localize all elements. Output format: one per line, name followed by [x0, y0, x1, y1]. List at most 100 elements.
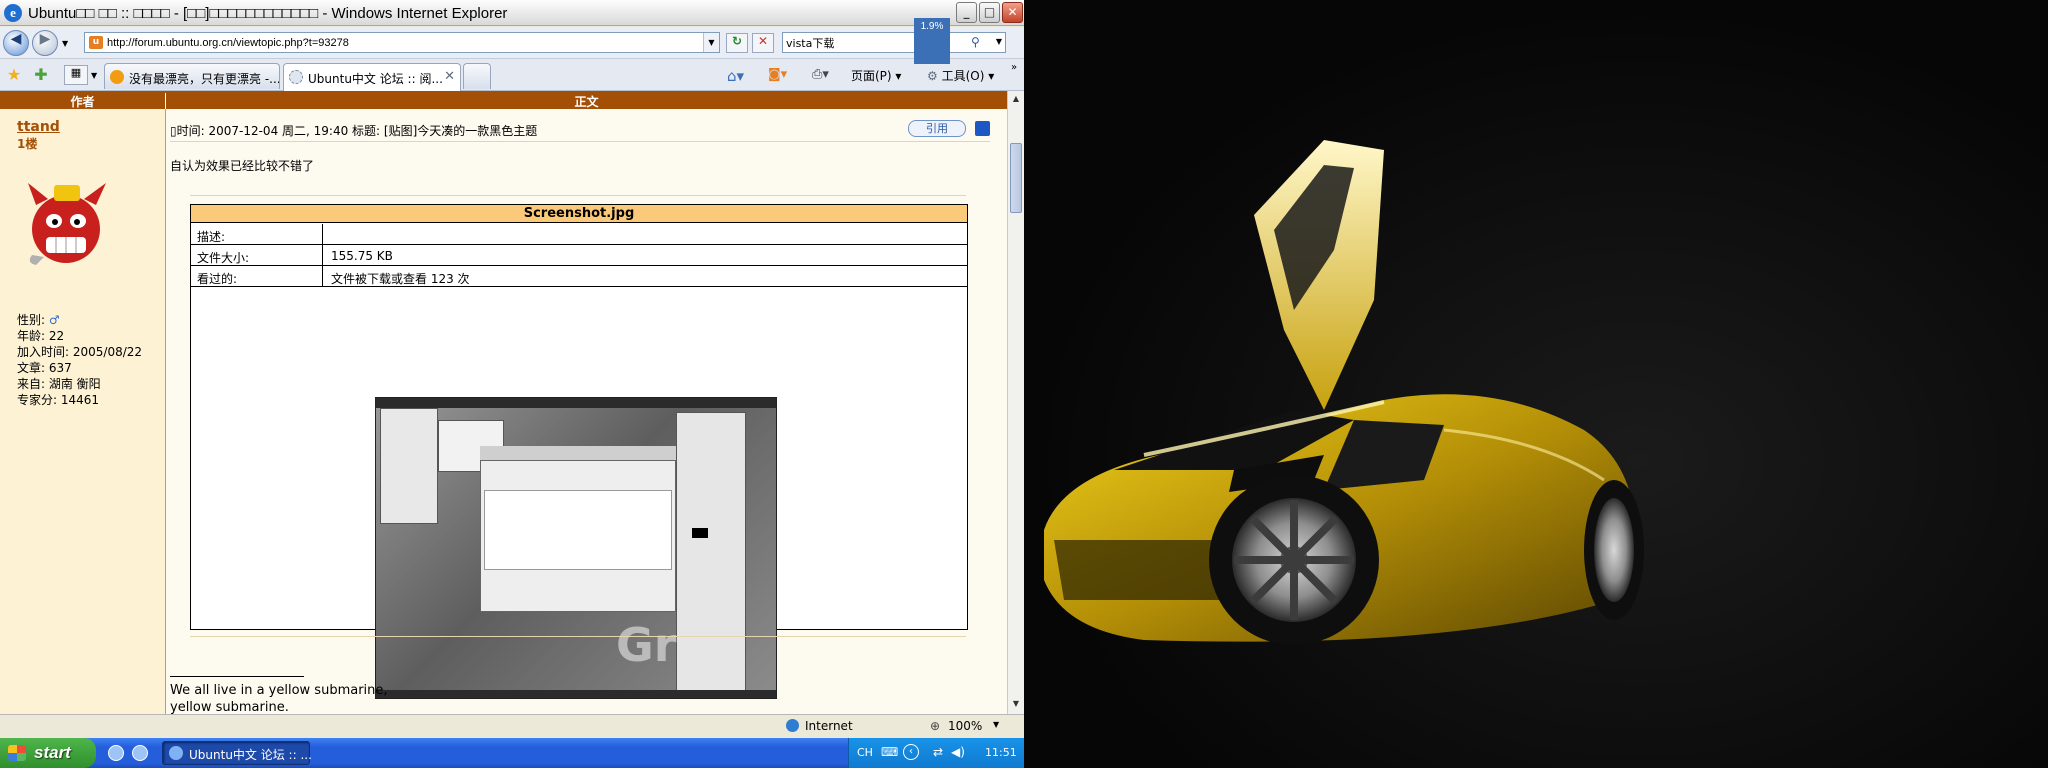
address-input[interactable] [107, 34, 697, 51]
feeds-icon[interactable]: ◙▾ [768, 67, 787, 85]
taskbar-item-ie[interactable]: Ubuntu中文 论坛 :: ... [162, 741, 312, 765]
page-icon [110, 70, 124, 84]
volume-icon[interactable]: ◀) [951, 745, 965, 759]
page-menu[interactable]: 页面(P) ▾ [851, 67, 901, 85]
vertical-scrollbar[interactable]: ▲ ▼ [1007, 91, 1024, 714]
signature-line: We all live in a yellow submarine, [170, 683, 388, 698]
attachment-row: 文件大小: 155.75 KB [191, 245, 967, 266]
close-tab-icon[interactable]: ✕ [444, 69, 455, 84]
body-column-header: 正文 [574, 95, 599, 109]
windows-flag-icon [8, 745, 26, 761]
post-icon: ▯ [170, 124, 177, 138]
toolbar-overflow-icon[interactable]: » [1011, 62, 1017, 80]
maximize-button[interactable]: □ [979, 2, 1000, 23]
tray-expand-icon[interactable]: ‹ [903, 744, 919, 760]
attachment-box: Screenshot.jpg 描述: 文件大小: 155.75 KB 看过的: … [190, 204, 968, 699]
avatar [28, 183, 106, 265]
tab-bar: ★ ✚ ▦ ▼ 没有最漂亮，只有更漂亮 -... Ubuntu中文 论坛 :: … [0, 60, 1024, 91]
zoom-level[interactable]: 100% [948, 719, 982, 733]
stop-button[interactable]: ✕ [752, 33, 774, 53]
keyboard-icon[interactable]: ⌨ [881, 745, 898, 759]
search-options-icon[interactable]: ▼ [996, 37, 1002, 46]
security-zone: Internet [805, 719, 853, 733]
ie-quick-launch-icon[interactable] [132, 745, 148, 761]
search-box[interactable]: ⚲ ▼ [782, 32, 1006, 53]
status-bar: Internet ⊕ 100% ▼ [0, 714, 1024, 738]
profile-gender: 性别: ♂ [17, 313, 60, 327]
profile-expert-points: 专家分: 14461 [17, 393, 100, 407]
attachment-filename: Screenshot.jpg [191, 205, 967, 223]
system-tray: CH ⌨ ‹ ⇄ ◀) 11:51 [848, 738, 1024, 768]
profile-joined: 加入时间: 2005/08/22 [17, 345, 143, 359]
post-options-icon[interactable] [975, 121, 990, 136]
search-icon[interactable]: ⚲ [971, 35, 987, 50]
scroll-up-icon[interactable]: ▲ [1010, 92, 1022, 106]
scroll-down-icon[interactable]: ▼ [1010, 697, 1022, 711]
floor-number: 1楼 [17, 137, 38, 151]
profile-from: 来自: 湖南 衡阳 [17, 377, 101, 391]
desktop: e Ubuntu□□ □□ :: □□□□ - [□□]□□□□□□□□□□□□… [0, 0, 2048, 768]
refresh-button[interactable]: ↻ [726, 33, 748, 53]
minimize-button[interactable]: _ [956, 2, 977, 23]
tab-1[interactable]: 没有最漂亮，只有更漂亮 -... [104, 63, 280, 89]
add-favorite-icon[interactable]: ✚ [32, 66, 50, 84]
window-title: Ubuntu□□ □□ :: □□□□ - [□□]□□□□□□□□□□□□ -… [28, 5, 508, 22]
clock[interactable]: 11:51 [985, 746, 1017, 759]
divider [190, 636, 966, 637]
tab-1-label: 没有最漂亮，只有更漂亮 -... [129, 72, 280, 86]
profile-age: 年龄: 22 [17, 329, 65, 343]
close-button[interactable]: ✕ [1002, 2, 1023, 23]
tab-list-icon[interactable]: ▼ [91, 71, 97, 80]
male-icon: ♂ [48, 313, 60, 327]
author-panel: ttand 1楼 性别: ♂ 年龄: 22 加入时间: 2005/08/22 文… [0, 109, 166, 714]
divider [170, 141, 990, 142]
quick-launch-icon[interactable] [108, 745, 124, 761]
page-menu-label: 页面(P) [851, 69, 892, 83]
quote-button[interactable]: 引用 [908, 120, 966, 137]
post-text: 自认为效果已经比较不错了 [170, 159, 315, 173]
taskbar: start Ubuntu中文 论坛 :: ... CH ⌨ ‹ ⇄ ◀) 11:… [0, 738, 1024, 768]
tools-menu[interactable]: ⚙ 工具(O) ▾ [927, 67, 994, 85]
post-table-header: 作者 正文 [0, 91, 1007, 111]
tools-menu-label: 工具(O) [941, 69, 985, 83]
quick-tabs-icon[interactable]: ▦ [64, 65, 88, 85]
zoom-dropdown-icon[interactable]: ▼ [993, 720, 999, 729]
favorites-star-icon[interactable]: ★ [5, 66, 23, 84]
new-tab-button[interactable] [463, 63, 491, 89]
progress-badge: 1.9% [914, 18, 950, 64]
print-icon[interactable]: ⎙▾ [812, 67, 829, 85]
signature-line: yellow submarine. [170, 700, 289, 714]
tab-2[interactable]: Ubuntu中文 论坛 :: 阅... ✕ [283, 63, 461, 91]
profile-posts: 文章: 637 [17, 361, 72, 375]
attachment-value: 文件被下载或查看 123 次 [331, 272, 470, 286]
username-link[interactable]: ttand [17, 119, 60, 135]
ubuntu-favicon-icon: u [89, 36, 103, 49]
ie-logo-icon: e [4, 4, 22, 22]
tab-2-label: Ubuntu中文 论坛 :: 阅... [308, 72, 443, 86]
attachment-image[interactable]: Gr [375, 397, 777, 699]
forward-button[interactable]: ▶ [32, 30, 58, 56]
attachment-key: 描述: [197, 230, 226, 244]
attachment-key: 看过的: [197, 272, 238, 286]
home-icon[interactable]: ⌂▾ [727, 67, 744, 85]
taskbar-item-label: Ubuntu中文 论坛 :: ... [189, 748, 312, 762]
scroll-thumb[interactable] [1010, 143, 1022, 213]
start-button[interactable]: start [0, 738, 96, 768]
yellow-sports-car-image [1044, 140, 1644, 645]
title-bar[interactable]: e Ubuntu□□ □□ :: □□□□ - [□□]□□□□□□□□□□□□… [0, 0, 1024, 26]
attachment-row: 看过的: 文件被下载或查看 123 次 [191, 266, 967, 287]
language-indicator[interactable]: CH [857, 746, 873, 759]
address-toolbar: ◀ ▶ ▼ u ▼ ↻ ✕ ⚲ ▼ [0, 27, 1024, 59]
history-dropdown-icon[interactable]: ▼ [62, 39, 68, 48]
attachment-key: 文件大小: [197, 251, 250, 265]
attachment-value: 155.75 KB [331, 249, 393, 263]
network-icon[interactable]: ⇄ [933, 745, 943, 759]
back-button[interactable]: ◀ [3, 30, 29, 56]
post-meta-text: 时间: 2007-12-04 周二, 19:40 标题: [贴图]今天凑的一款黑… [176, 124, 538, 138]
browser-window: e Ubuntu□□ □□ :: □□□□ - [□□]□□□□□□□□□□□□… [0, 0, 1024, 738]
address-dropdown-icon[interactable]: ▼ [703, 33, 719, 52]
divider [190, 195, 966, 196]
globe-icon [786, 719, 799, 732]
address-bar[interactable]: u ▼ [84, 32, 720, 53]
gear-icon: ⚙ [927, 69, 938, 83]
